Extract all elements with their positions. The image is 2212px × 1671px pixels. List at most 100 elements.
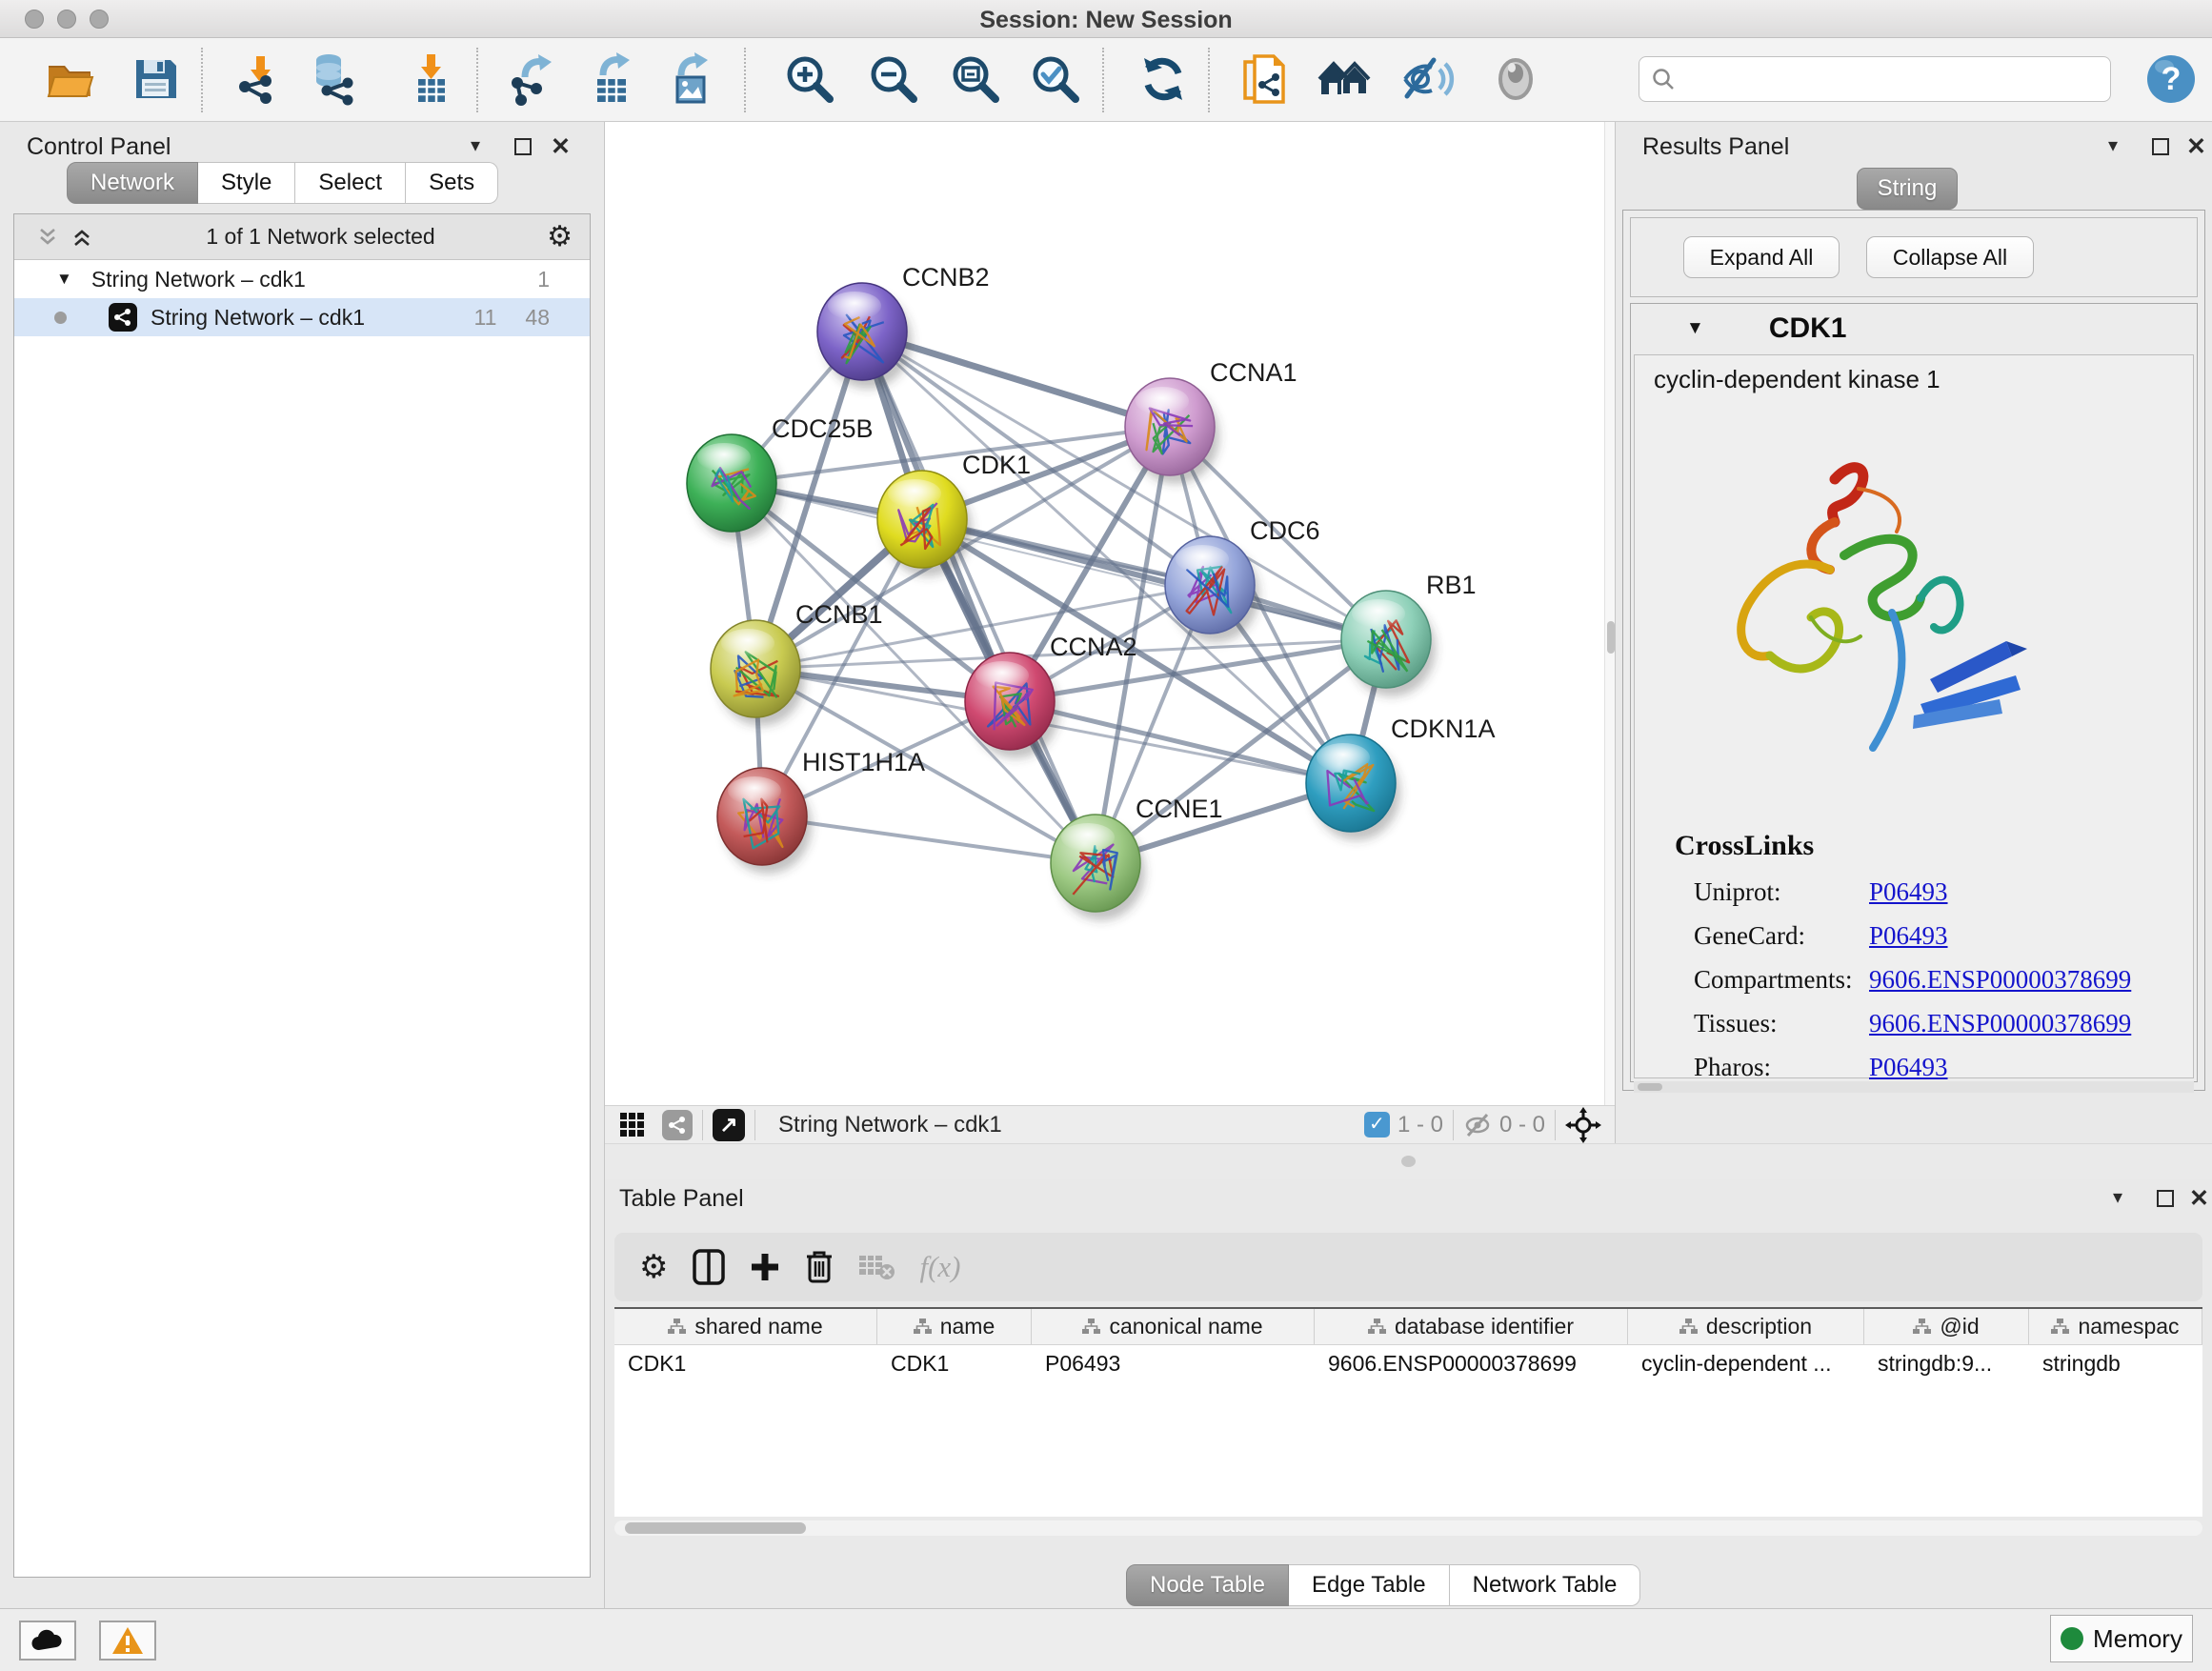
zoom-selected-icon[interactable] <box>1027 51 1082 107</box>
network-node-CCNE1[interactable] <box>1051 815 1145 920</box>
table-scroll-thumb[interactable] <box>625 1522 806 1534</box>
tab-node-table[interactable]: Node Table <box>1126 1564 1289 1606</box>
home-pages-icon[interactable] <box>1317 51 1372 107</box>
cdk1-section-header[interactable]: ▼ CDK1 <box>1631 304 2197 353</box>
canvas-vertical-scrollbar[interactable] <box>1604 122 1615 1105</box>
float-panel-icon[interactable] <box>2157 1190 2174 1207</box>
memory-button[interactable]: Memory <box>2050 1615 2193 1662</box>
export-table-icon[interactable] <box>585 51 640 107</box>
section-scroll-thumb[interactable] <box>1638 1083 1662 1091</box>
column-header-shared-name[interactable]: shared name <box>614 1309 877 1344</box>
canvas-scroll-thumb[interactable] <box>1607 621 1615 654</box>
table-cell[interactable]: CDK1 <box>614 1345 877 1381</box>
edge-CCNB2-CCNE1[interactable] <box>862 332 1096 863</box>
show-columns-icon[interactable] <box>693 1249 725 1285</box>
crosslink-link[interactable]: P06493 <box>1869 877 1948 907</box>
table-row[interactable]: CDK1CDK1P064939606.ENSP00000378699cyclin… <box>614 1345 2202 1381</box>
delete-column-icon[interactable] <box>805 1250 834 1284</box>
splitter-handle[interactable] <box>1401 1156 1416 1167</box>
tab-network-table[interactable]: Network Table <box>1450 1564 1641 1606</box>
network-node-CCNA1[interactable] <box>1125 378 1219 484</box>
crosslink-link[interactable]: 9606.ENSP00000378699 <box>1869 1009 2131 1038</box>
close-panel-icon[interactable]: ✕ <box>2186 132 2206 161</box>
table-options-gear-icon[interactable]: ⚙ <box>639 1248 668 1286</box>
network-node-CCNB2[interactable] <box>817 283 912 389</box>
detach-view-icon[interactable]: ↗ <box>713 1109 745 1141</box>
table-cell[interactable]: 9606.ENSP00000378699 <box>1315 1345 1628 1381</box>
section-scrollbar[interactable] <box>1634 1081 2194 1093</box>
import-network-database-icon[interactable] <box>307 51 362 107</box>
column-header-database-identifier[interactable]: database identifier <box>1315 1309 1628 1344</box>
function-builder-icon: f(x) <box>919 1250 960 1284</box>
table-horizontal-scrollbar[interactable] <box>614 1520 2202 1536</box>
network-options-gear-icon[interactable]: ⚙ <box>547 220 573 253</box>
collapse-all-button[interactable]: Collapse All <box>1866 236 2034 278</box>
import-network-file-icon[interactable] <box>232 51 288 107</box>
tab-network[interactable]: Network <box>67 162 198 204</box>
refresh-icon[interactable] <box>1136 51 1191 107</box>
close-panel-icon[interactable]: ✕ <box>2189 1184 2209 1213</box>
section-caret-icon[interactable]: ▼ <box>1686 318 1704 339</box>
close-panel-icon[interactable]: ✕ <box>551 132 571 161</box>
table-cell[interactable]: stringdb <box>2029 1345 2202 1381</box>
tab-string[interactable]: String <box>1857 168 1958 210</box>
network-item-row[interactable]: String Network – cdk1 11 48 <box>14 298 590 336</box>
network-node-CDK1[interactable] <box>877 471 972 576</box>
zoom-fit-icon[interactable] <box>947 51 1002 107</box>
crosslink-link[interactable]: 9606.ENSP00000378699 <box>1869 965 2131 995</box>
crosslink-link[interactable]: P06493 <box>1869 921 1948 951</box>
zoom-in-icon[interactable] <box>781 51 836 107</box>
collapse-all-icon[interactable] <box>35 225 60 250</box>
open-session-icon[interactable] <box>42 51 97 107</box>
network-view-mode-icon[interactable] <box>662 1110 693 1140</box>
hide-selected-icon[interactable] <box>1400 51 1456 107</box>
table-cell[interactable]: cyclin-dependent ... <box>1628 1345 1864 1381</box>
column-header-canonical-name[interactable]: canonical name <box>1032 1309 1315 1344</box>
table-cell[interactable]: P06493 <box>1032 1345 1315 1381</box>
warning-button[interactable] <box>99 1621 156 1661</box>
network-node-CDC25B[interactable] <box>687 434 781 540</box>
collapse-panel-icon[interactable]: ▾ <box>2108 133 2118 157</box>
table-cell[interactable]: stringdb:9... <box>1864 1345 2029 1381</box>
horizontal-splitter[interactable] <box>605 1143 2212 1179</box>
birds-eye-view-icon[interactable] <box>1565 1107 1601 1143</box>
column-header--id[interactable]: @id <box>1864 1309 2029 1344</box>
collapse-panel-icon[interactable]: ▾ <box>2113 1185 2122 1209</box>
toolbar-search[interactable] <box>1639 56 2111 102</box>
help-icon[interactable]: ? <box>2143 51 2199 107</box>
node-table[interactable]: shared namenamecanonical namedatabase id… <box>614 1307 2202 1517</box>
column-header-namespac[interactable]: namespac <box>2029 1309 2202 1344</box>
network-node-RB1[interactable] <box>1341 591 1436 696</box>
tab-style[interactable]: Style <box>198 162 295 204</box>
expand-all-button[interactable]: Expand All <box>1683 236 1840 278</box>
zoom-out-icon[interactable] <box>865 51 920 107</box>
add-column-icon[interactable] <box>750 1252 780 1282</box>
network-node-CDKN1A[interactable] <box>1306 735 1400 840</box>
import-table-file-icon[interactable] <box>404 51 459 107</box>
search-input[interactable] <box>1676 65 2110 93</box>
grid-mode-icon[interactable] <box>620 1113 645 1137</box>
network-collection-row[interactable]: ▼ String Network – cdk1 1 <box>14 260 590 298</box>
column-header-description[interactable]: description <box>1628 1309 1864 1344</box>
export-image-icon[interactable] <box>665 51 720 107</box>
collapse-panel-icon[interactable]: ▾ <box>471 133 480 157</box>
tab-edge-table[interactable]: Edge Table <box>1289 1564 1450 1606</box>
share-document-icon[interactable] <box>1238 51 1294 107</box>
tab-select[interactable]: Select <box>295 162 406 204</box>
selected-checkbox-icon[interactable]: ✓ <box>1364 1112 1390 1137</box>
expand-all-icon[interactable] <box>70 225 94 250</box>
network-canvas[interactable]: CCNB2CCNA1CDC25BCDK1CDC6RB1CCNB1CCNA2CDK… <box>605 122 1604 1105</box>
collection-caret-icon[interactable]: ▼ <box>56 270 72 289</box>
float-panel-icon[interactable] <box>514 138 532 155</box>
crosslink-row: GeneCard:P06493 <box>1694 914 2180 957</box>
column-header-name[interactable]: name <box>877 1309 1032 1344</box>
export-network-icon[interactable] <box>505 51 560 107</box>
network-node-HIST1H1A[interactable] <box>717 768 812 874</box>
float-panel-icon[interactable] <box>2152 138 2169 155</box>
save-session-icon[interactable] <box>128 51 183 107</box>
edge-HIST1H1A-CCNE1[interactable] <box>762 816 1096 863</box>
cloud-button[interactable] <box>19 1621 76 1661</box>
tab-sets[interactable]: Sets <box>406 162 498 204</box>
table-cell[interactable]: CDK1 <box>877 1345 1032 1381</box>
crosslink-link[interactable]: P06493 <box>1869 1053 1948 1082</box>
